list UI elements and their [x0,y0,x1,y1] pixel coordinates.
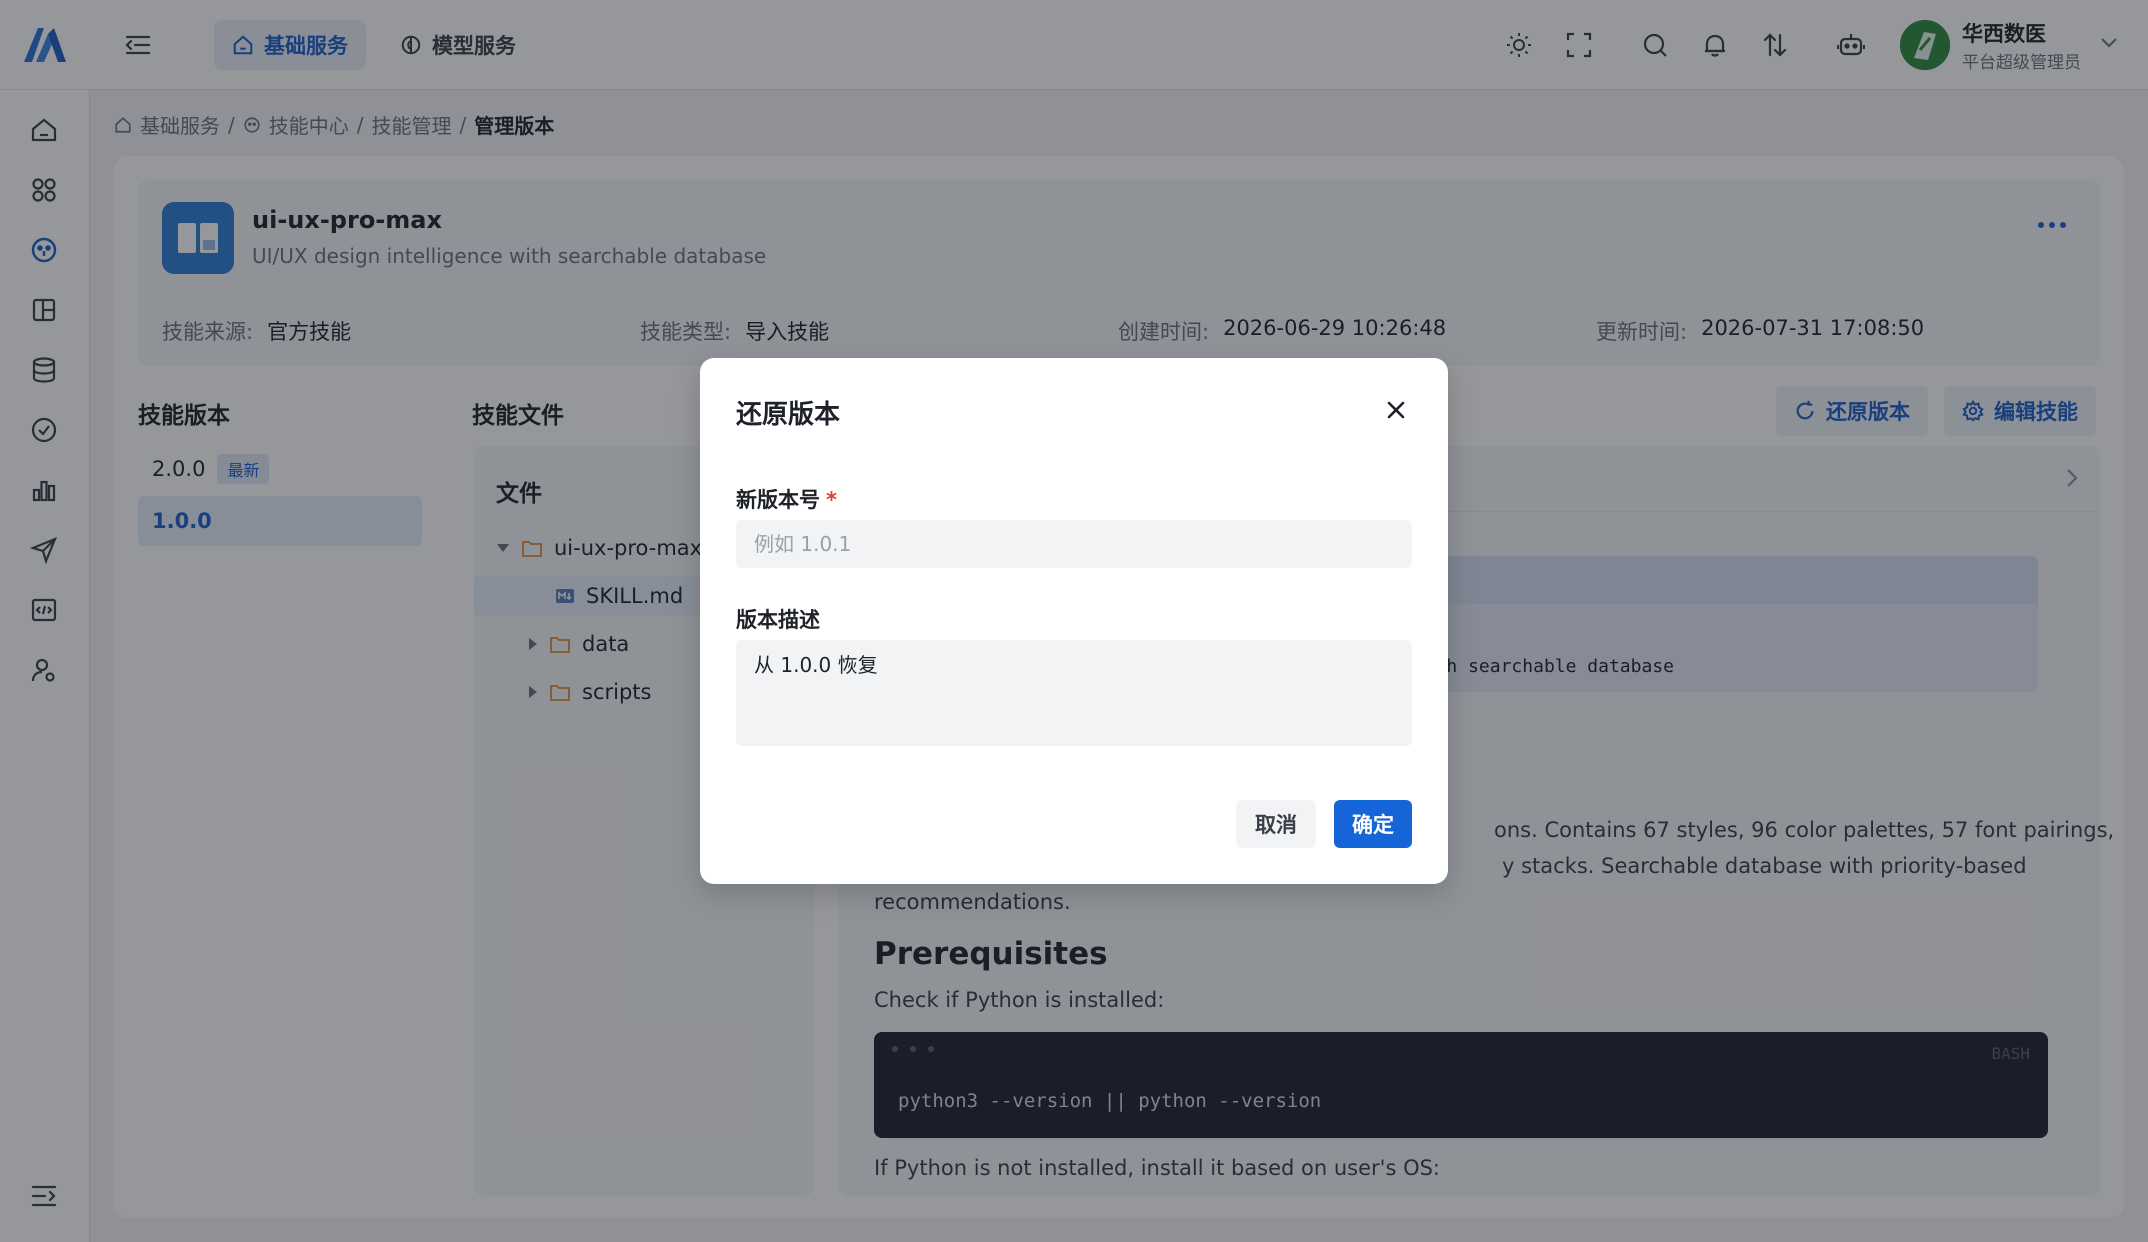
cancel-button[interactable]: 取消 [1236,800,1316,848]
required-mark: * [826,488,837,512]
label-text: 新版本号 [736,488,820,512]
dialog-title: 还原版本 [736,400,841,430]
version-description-input[interactable]: 从 1.0.0 恢复 [736,640,1412,746]
version-number-input[interactable] [736,520,1412,568]
restore-version-dialog: 还原版本 新版本号* 版本描述 从 1.0.0 恢复 取消 确定 [700,358,1448,884]
confirm-button[interactable]: 确定 [1334,800,1412,848]
close-icon[interactable] [1380,394,1412,426]
version-number-label: 新版本号 * [736,484,837,514]
version-description-label: 版本描述 [736,608,820,632]
